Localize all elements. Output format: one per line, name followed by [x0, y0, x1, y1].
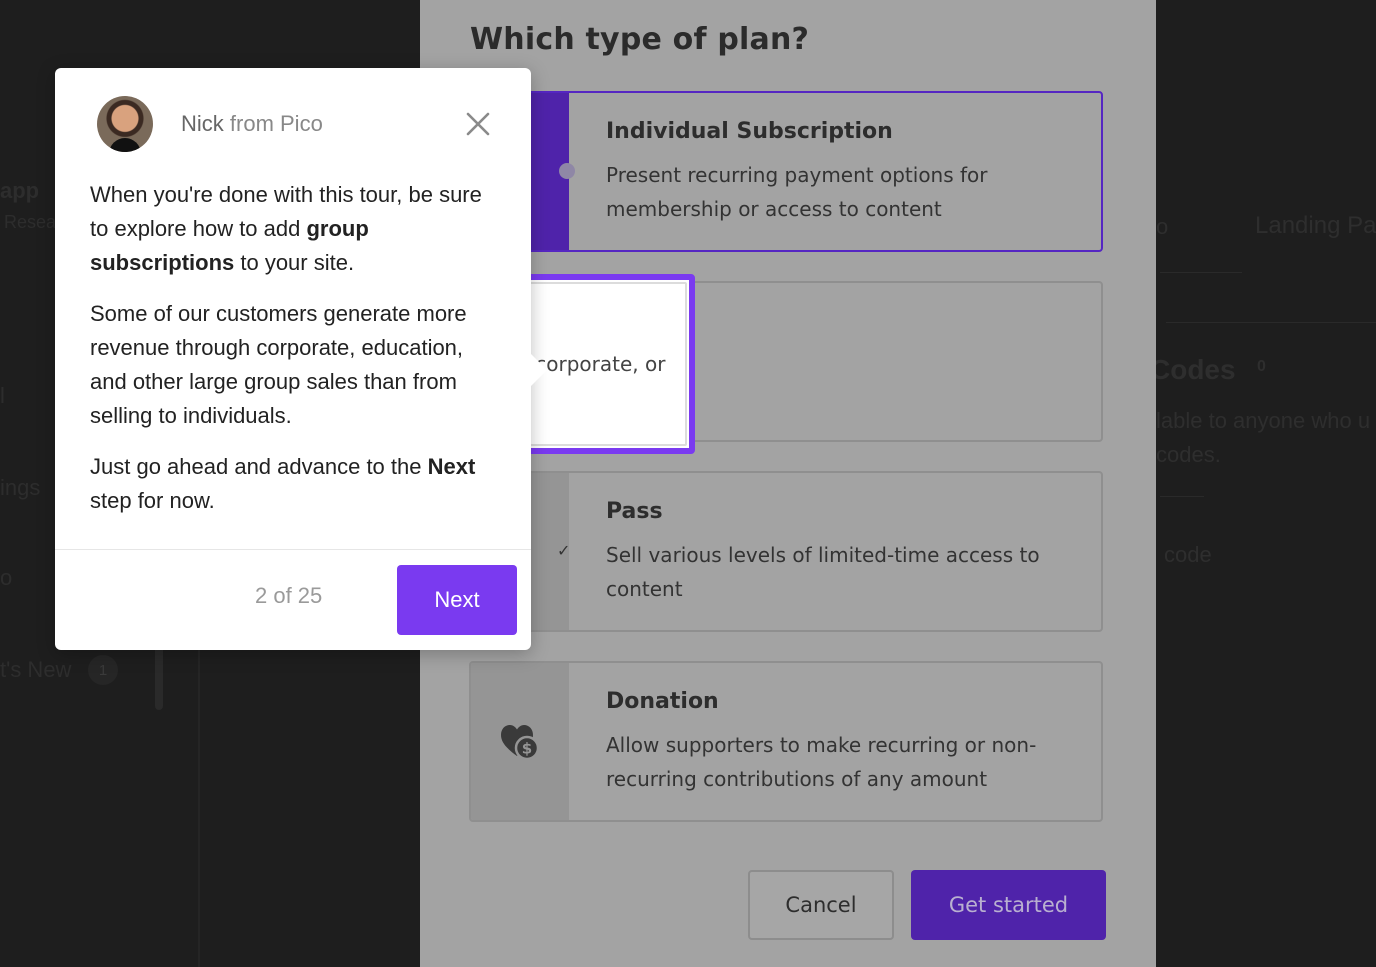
plan-description: Allow supporters to make recurring or no… — [606, 733, 1037, 791]
bg-codes-text: codes. — [1156, 442, 1221, 467]
plan-option-individual[interactable]: Individual Subscription Present recurrin… — [469, 91, 1103, 252]
plan-name: Individual Subscription — [606, 119, 893, 144]
close-icon[interactable] — [465, 111, 491, 137]
bg-add-code-link: code — [1164, 542, 1212, 567]
plan-name: Donation — [606, 689, 719, 714]
plan-option-side: $ — [471, 663, 569, 820]
plan-description: Present recurring payment options for me… — [606, 163, 988, 221]
plan-description: Sell various levels of limited-time acce… — [606, 543, 1040, 601]
bg-tab-landing-page: Landing Pa — [1255, 212, 1376, 239]
cancel-button[interactable]: Cancel — [748, 870, 894, 940]
tour-tooltip: Nick from Pico When you're done with thi… — [55, 68, 547, 650]
ticket-icon: ✓ — [557, 543, 571, 560]
next-button[interactable]: Next — [397, 565, 517, 635]
avatar — [97, 96, 153, 152]
tour-sender: Nick from Pico — [181, 111, 323, 137]
sender-suffix: from Pico — [223, 111, 323, 136]
tooltip-arrow — [529, 352, 547, 388]
tour-message: When you're done with this tour, be sure… — [90, 178, 500, 535]
bg-tab-fragment: o — [1156, 214, 1169, 239]
plan-option-donation[interactable]: $ Donation Allow supporters to make recu… — [469, 661, 1103, 822]
svg-text:$: $ — [522, 739, 532, 757]
bg-codes-heading: Codes — [1150, 354, 1236, 385]
plan-option-pass[interactable]: ✓ Pass Sell various levels of limited-ti… — [469, 471, 1103, 632]
get-started-button[interactable]: Get started — [911, 870, 1106, 940]
bg-codes-count: 0 — [1257, 358, 1266, 375]
tour-footer-divider — [55, 549, 531, 550]
tour-step-counter: 2 of 25 — [255, 583, 323, 608]
bg-codes-text: lable to anyone who u — [1156, 408, 1371, 433]
tour-paragraph-1: When you're done with this tour, be sure… — [90, 182, 482, 275]
modal-title: Which type of plan? — [470, 22, 810, 57]
tour-paragraph-3: Just go ahead and advance to the Next st… — [90, 454, 476, 513]
plan-name: Pass — [606, 499, 663, 524]
tour-paragraph-2: Some of our customers generate more reve… — [90, 301, 467, 428]
sender-name: Nick — [181, 111, 224, 136]
radio-indicator-icon — [559, 163, 575, 179]
heart-dollar-icon: $ — [501, 724, 540, 760]
